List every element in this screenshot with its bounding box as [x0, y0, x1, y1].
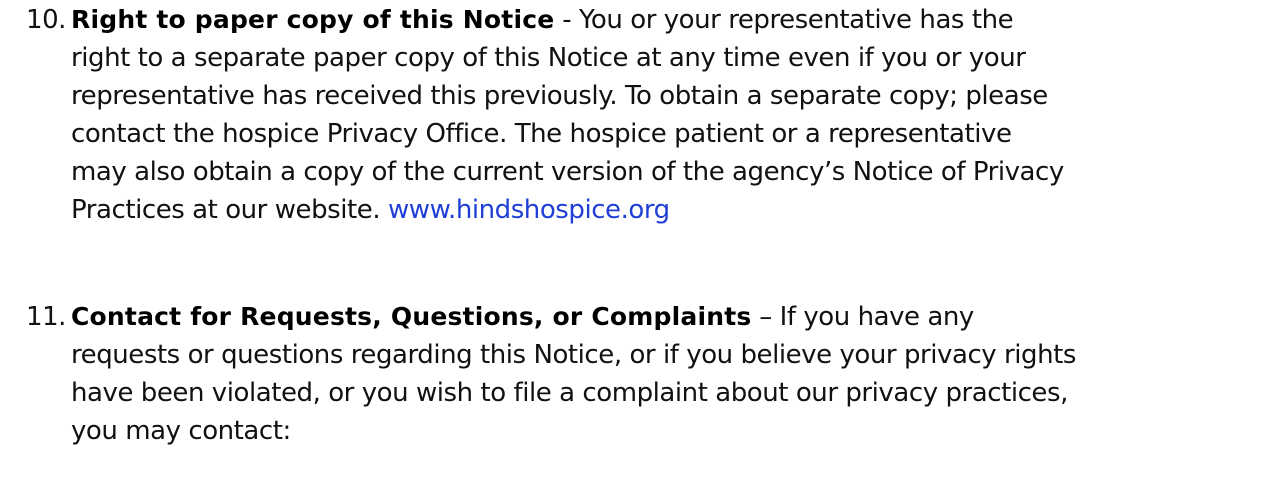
body-line-with-link: Practices at our website. www.hindshospi… [26, 191, 1256, 229]
list-item-first-line: 11. Contact for Requests, Questions, or C… [26, 298, 1256, 336]
list-item-first-line: 10. Right to paper copy of this Notice - … [26, 1, 1256, 39]
body-line: you may contact: [71, 416, 291, 446]
body-text: – If you have any [751, 302, 974, 332]
list-number: 10. [26, 5, 66, 35]
body-text: Practices at our website. [71, 195, 388, 225]
body-line: may also obtain a copy of the current ve… [71, 157, 1064, 187]
list-item-contact-for-requests: 11. Contact for Requests, Questions, or C… [26, 298, 1256, 450]
list-number: 11. [26, 302, 66, 332]
body-line: requests or questions regarding this Not… [71, 340, 1076, 370]
document-page: 10. Right to paper copy of this Notice - … [0, 0, 1273, 492]
body-line: have been violated, or you wish to file … [71, 378, 1068, 408]
section-heading: Contact for Requests, Questions, or Comp… [71, 302, 752, 331]
section-heading: Right to paper copy of this Notice [71, 5, 555, 34]
body-line: representative has received this previou… [71, 81, 1048, 111]
body-text: - You or your representative has the [554, 5, 1014, 35]
body-line: right to a separate paper copy of this N… [71, 43, 1026, 73]
body-line: contact the hospice Privacy Office. The … [71, 119, 1012, 149]
list-item-right-to-paper-copy: 10. Right to paper copy of this Notice - … [26, 1, 1256, 229]
website-link[interactable]: www.hindshospice.org [388, 195, 670, 225]
